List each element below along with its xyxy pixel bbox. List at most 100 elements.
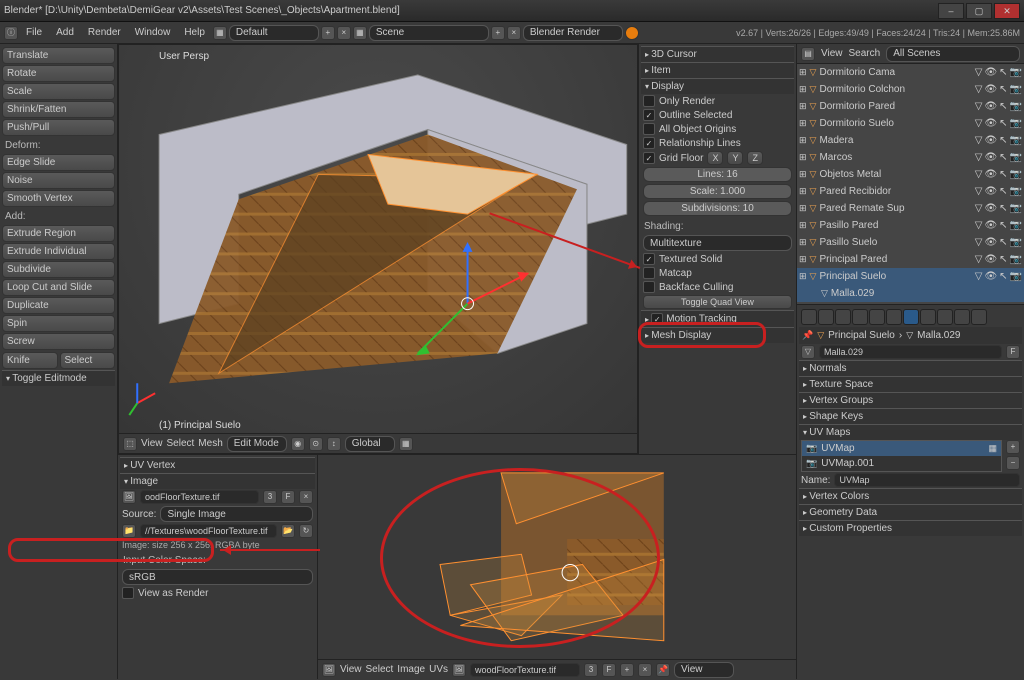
3d-viewport[interactable]: User Persp (1) Principal Suelo ⬚ View Se… bbox=[118, 44, 638, 454]
panel-3dcursor[interactable]: 3D Cursor bbox=[641, 46, 794, 62]
uvmap-name-field[interactable]: UVMap bbox=[834, 473, 1020, 487]
image-path-field[interactable]: //Textures\woodFloorTexture.tif bbox=[140, 524, 277, 538]
eye-icon[interactable]: 👁 bbox=[984, 118, 997, 129]
cursor-icon[interactable]: ↖ bbox=[999, 271, 1007, 282]
cursor-icon[interactable]: ↖ bbox=[999, 101, 1007, 112]
render-icon[interactable]: 📷 bbox=[1010, 237, 1022, 248]
outliner-view[interactable]: View bbox=[821, 48, 843, 59]
tool-noise[interactable]: Noise bbox=[2, 172, 115, 189]
eye-icon[interactable]: 👁 bbox=[984, 271, 997, 282]
panel-vgroups[interactable]: Vertex Groups bbox=[799, 392, 1022, 408]
scene-dropdown[interactable]: Scene bbox=[369, 25, 489, 41]
uv-image[interactable]: Image bbox=[397, 664, 425, 675]
mesh-mini-icon[interactable]: ▽ bbox=[975, 118, 983, 129]
render-engine-dropdown[interactable]: Blender Render bbox=[523, 25, 623, 41]
outliner-filter-dropdown[interactable]: All Scenes bbox=[886, 46, 1020, 62]
tool-select[interactable]: Select bbox=[60, 352, 116, 369]
mesh-mini-icon[interactable]: ▽ bbox=[975, 237, 983, 248]
close-button[interactable]: ✕ bbox=[994, 3, 1020, 19]
breadcrumb-obj[interactable]: Principal Suelo bbox=[828, 330, 895, 341]
outliner-item[interactable]: ⊞▽Pared Recibidor▽ 👁↖📷 bbox=[797, 183, 1024, 200]
mesh-mini-icon[interactable]: ▽ bbox=[975, 135, 983, 146]
mesh-mini-icon[interactable]: ▽ bbox=[975, 271, 983, 282]
uv-fakeuser[interactable]: F bbox=[602, 663, 616, 677]
cursor-icon[interactable]: ↖ bbox=[999, 186, 1007, 197]
panel-display[interactable]: Display bbox=[641, 78, 794, 94]
outliner-list[interactable]: ⊞▽Dormitorio Cama▽ 👁↖📷⊞▽Dormitorio Colch… bbox=[797, 64, 1024, 304]
layout-del-button[interactable]: × bbox=[337, 26, 351, 40]
menu-help[interactable]: Help bbox=[178, 25, 211, 40]
panel-texspace[interactable]: Texture Space bbox=[799, 376, 1022, 392]
subdiv-field[interactable]: Subdivisions: 10 bbox=[643, 201, 792, 216]
image-fake-user[interactable]: F bbox=[281, 490, 295, 504]
tool-screw[interactable]: Screw bbox=[2, 333, 115, 350]
expand-icon[interactable]: ⊞ bbox=[799, 169, 807, 180]
matcap-checkbox[interactable] bbox=[643, 267, 655, 279]
tab-world[interactable] bbox=[835, 309, 851, 325]
minimize-button[interactable]: – bbox=[938, 3, 964, 19]
scene-add-button[interactable]: + bbox=[491, 26, 505, 40]
eye-icon[interactable]: 👁 bbox=[984, 203, 997, 214]
render-icon[interactable]: 📷 bbox=[1010, 118, 1022, 129]
backface-checkbox[interactable] bbox=[643, 281, 655, 293]
tool-pushpull[interactable]: Push/Pull bbox=[2, 119, 115, 136]
menu-window[interactable]: Window bbox=[129, 25, 177, 40]
expand-icon[interactable]: ⊞ bbox=[799, 101, 807, 112]
origins-checkbox[interactable] bbox=[643, 123, 655, 135]
outliner-item[interactable]: ⊞▽Marcos▽ 👁↖📷 bbox=[797, 149, 1024, 166]
layout-add-button[interactable]: + bbox=[321, 26, 335, 40]
cursor-icon[interactable]: ↖ bbox=[999, 67, 1007, 78]
tab-texture[interactable] bbox=[937, 309, 953, 325]
tab-particles[interactable] bbox=[954, 309, 970, 325]
expand-icon[interactable]: ⊞ bbox=[799, 203, 807, 214]
tool-loopcut[interactable]: Loop Cut and Slide bbox=[2, 279, 115, 296]
outline-checkbox[interactable] bbox=[643, 109, 655, 121]
outliner-item[interactable]: ⊞▽Pasillo Suelo▽ 👁↖📷 bbox=[797, 234, 1024, 251]
outliner-item[interactable]: ⊞▽Madera▽ 👁↖📷 bbox=[797, 132, 1024, 149]
panel-shapekeys[interactable]: Shape Keys bbox=[799, 408, 1022, 424]
eye-icon[interactable]: 👁 bbox=[984, 135, 997, 146]
render-icon[interactable]: 📷 bbox=[1010, 271, 1022, 282]
render-icon[interactable]: 📷 bbox=[1010, 135, 1022, 146]
uv-uvs[interactable]: UVs bbox=[429, 664, 448, 675]
tab-render[interactable] bbox=[801, 309, 817, 325]
mesh-browse-icon[interactable]: ▽ bbox=[801, 345, 815, 359]
uvmap-item-1[interactable]: 📷UVMap▦ bbox=[802, 441, 1001, 456]
eye-icon[interactable]: 👁 bbox=[984, 254, 997, 265]
camera-icon[interactable]: 📷 bbox=[806, 443, 817, 454]
view3d-mesh[interactable]: Mesh bbox=[198, 438, 222, 449]
textured-solid-checkbox[interactable] bbox=[643, 253, 655, 265]
manip-icon[interactable]: ↕ bbox=[327, 437, 341, 451]
screen-browse-icon[interactable]: ▦ bbox=[213, 26, 227, 40]
render-icon[interactable]: 📷 bbox=[1010, 152, 1022, 163]
uv-unlink-icon[interactable]: × bbox=[638, 663, 652, 677]
expand-icon[interactable]: ⊞ bbox=[799, 254, 807, 265]
mesh-mini-icon[interactable]: ▽ bbox=[975, 203, 983, 214]
cursor-icon[interactable]: ↖ bbox=[999, 84, 1007, 95]
mesh-mini-icon[interactable]: ▽ bbox=[975, 186, 983, 197]
cursor-icon[interactable]: ↖ bbox=[999, 254, 1007, 265]
tab-material[interactable] bbox=[920, 309, 936, 325]
mesh-mini-icon[interactable]: ▽ bbox=[975, 169, 983, 180]
tab-modifiers[interactable] bbox=[886, 309, 902, 325]
outliner-item[interactable]: ⊞▽Pared Remate Sup▽ 👁↖📷 bbox=[797, 200, 1024, 217]
menu-render[interactable]: Render bbox=[82, 25, 127, 40]
render-icon[interactable]: 📷 bbox=[1010, 169, 1022, 180]
expand-icon[interactable]: ⊞ bbox=[799, 84, 807, 95]
outliner-item[interactable]: ⊞▽Dormitorio Cama▽ 👁↖📷 bbox=[797, 64, 1024, 81]
only-render-checkbox[interactable] bbox=[643, 95, 655, 107]
tool-duplicate[interactable]: Duplicate bbox=[2, 297, 115, 314]
tab-data[interactable] bbox=[903, 309, 919, 325]
render-icon[interactable]: 📷 bbox=[1010, 84, 1022, 95]
image-unlink-icon[interactable]: × bbox=[299, 490, 313, 504]
outliner-item[interactable]: ⊞▽Dormitorio Colchon▽ 👁↖📷 bbox=[797, 81, 1024, 98]
grid-x-button[interactable]: X bbox=[707, 151, 723, 165]
outliner-item[interactable]: ⊞▽Principal Pared▽ 👁↖📷 bbox=[797, 251, 1024, 268]
menu-add[interactable]: Add bbox=[50, 25, 80, 40]
scene-del-button[interactable]: × bbox=[507, 26, 521, 40]
tool-knife[interactable]: Knife bbox=[2, 352, 58, 369]
grid-y-button[interactable]: Y bbox=[727, 151, 743, 165]
outliner-item[interactable]: ⊞▽Pasillo Pared▽ 👁↖📷 bbox=[797, 217, 1024, 234]
image-name-field[interactable]: oodFloorTexture.tif bbox=[140, 490, 259, 504]
view-as-render-checkbox[interactable] bbox=[122, 587, 134, 599]
